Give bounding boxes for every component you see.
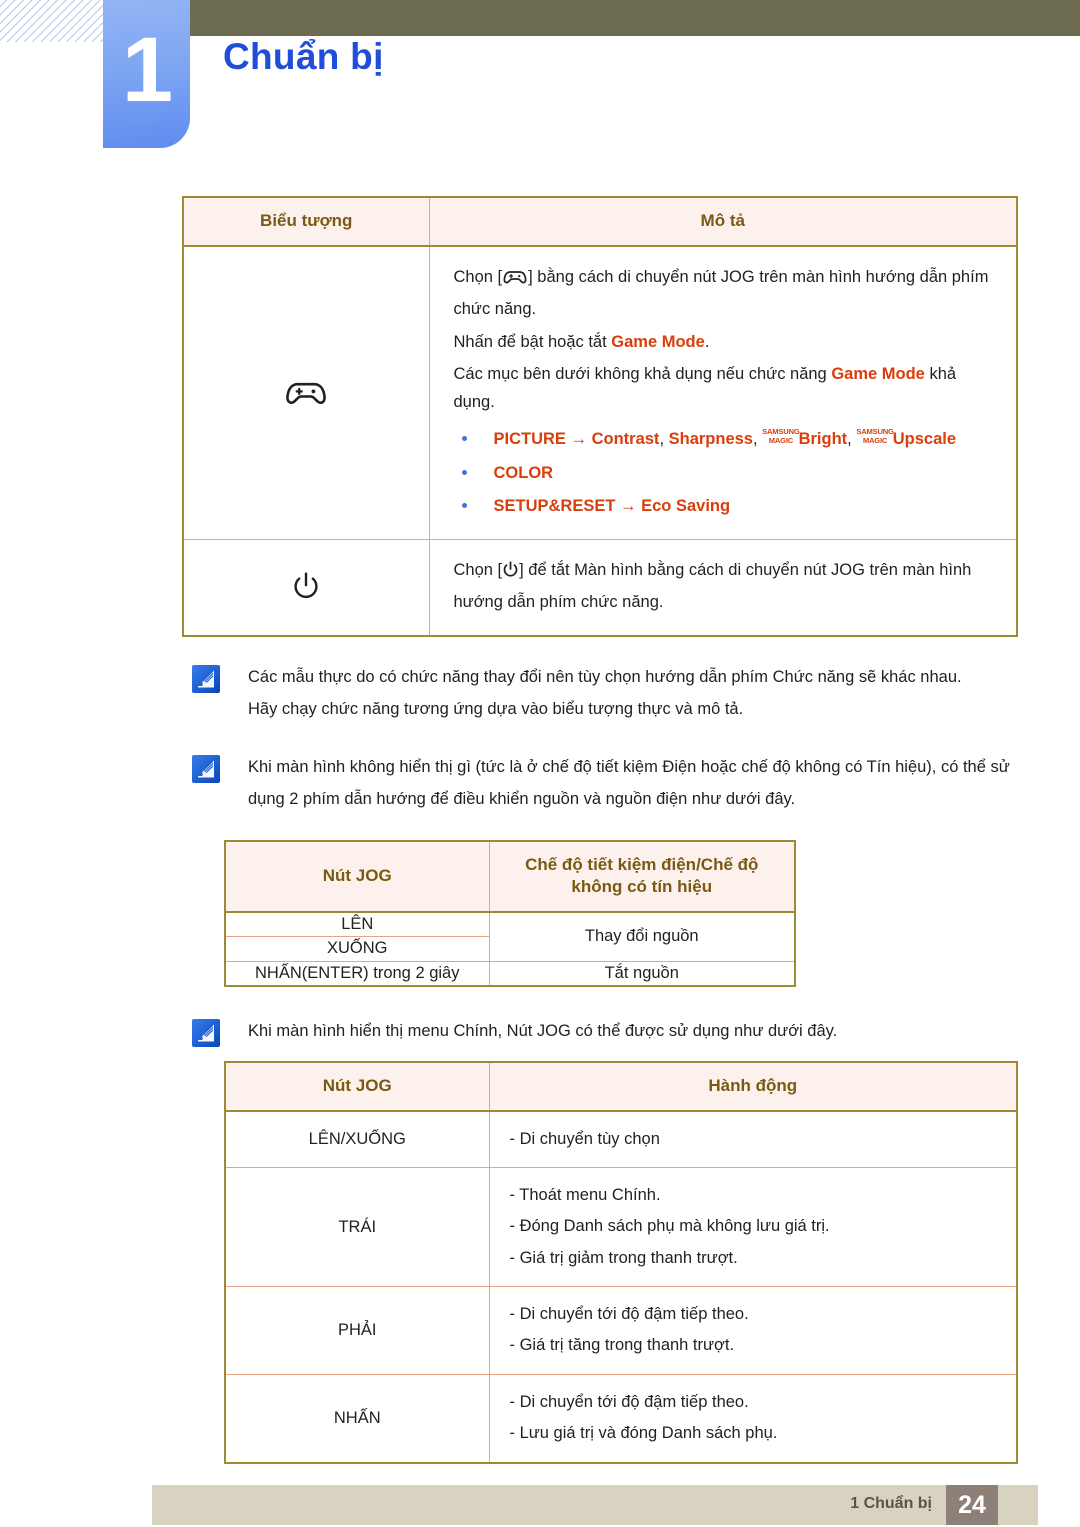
gamepad-icon xyxy=(184,378,429,408)
table-row: Chọn [] bằng cách di chuyển nút JOG trên… xyxy=(182,245,1018,541)
footer-page-number: 24 xyxy=(946,1485,998,1525)
table-row: LÊN/XUỐNG - Di chuyển tùy chọn xyxy=(224,1110,1018,1169)
jog-key-left: TRÁI xyxy=(224,1167,490,1288)
bullet-dot-icon xyxy=(461,435,467,441)
table-row: Chọn [] để tắt Màn hình bằng cách di chu… xyxy=(182,539,1018,637)
note-line: Khi màn hình hiển thị menu Chính, Nút JO… xyxy=(248,1021,838,1040)
action-line: - Đóng Danh sách phụ mà không lưu giá tr… xyxy=(509,1217,830,1236)
feature-color: COLOR xyxy=(493,463,554,482)
table-row: LÊN Thay đổi nguồn xyxy=(224,911,796,962)
jog-key-right: PHẢI xyxy=(224,1286,490,1375)
feature-sharpness: Sharpness xyxy=(668,429,753,448)
note-block-1: Các mẫu thực do có chức năng thay đổi nê… xyxy=(190,661,1020,725)
note-icon xyxy=(192,1018,220,1047)
jog-action-cell-1: - Di chuyển tùy chọn xyxy=(488,1110,1018,1169)
table-row: NHẤN - Di chuyển tới độ đậm tiếp theo. -… xyxy=(224,1373,1018,1464)
jog-action-power-off: Tắt nguồn xyxy=(488,960,796,987)
column-header-action: Hành động xyxy=(488,1061,1018,1112)
column-header-power-mode-line2: không có tín hiệu xyxy=(571,877,713,897)
column-header-power-mode-line1: Chế độ tiết kiệm điện/Chế độ xyxy=(525,854,759,874)
action-line: - Di chuyển tới độ đậm tiếp theo. xyxy=(509,1305,749,1324)
action-line: - Di chuyển tùy chọn xyxy=(509,1129,660,1148)
power-description-cell: Chọn [] để tắt Màn hình bằng cách di chu… xyxy=(428,539,1018,637)
gamepad-icon-inline xyxy=(503,271,527,290)
description-line-power: Chọn [] để tắt Màn hình bằng cách di chu… xyxy=(453,561,972,612)
jog-key-up-down: LÊN/XUỐNG xyxy=(224,1110,490,1169)
list-item: PICTURE → Contrast, Sharpness, SAMSUNG MA… xyxy=(454,427,997,452)
action-line: - Giá trị giảm trong thanh trượt. xyxy=(509,1248,738,1267)
list-item: SETUP&RESET → Eco Saving xyxy=(454,494,997,519)
feature-upscale: Upscale xyxy=(892,429,957,448)
jog-power-table: Nút JOG Chế độ tiết kiệm điện/Chế độ khô… xyxy=(224,839,796,987)
jog-key-down: XUỐNG xyxy=(224,936,490,962)
arrow-glyph-2: → xyxy=(615,497,642,516)
jog-key-press: NHẤN xyxy=(224,1373,490,1464)
keyword-game-mode-2: Game Mode xyxy=(831,365,925,384)
feature-setup-reset: SETUP&RESET xyxy=(493,497,616,516)
power-icon xyxy=(184,572,429,602)
note-icon xyxy=(192,755,220,784)
icon-description-table: Biểu tượng Mô tả Chọn [] bằng cách di ch… xyxy=(182,196,1018,637)
jog-action-cell-2: - Thoát menu Chính. - Đóng Danh sách phụ… xyxy=(488,1167,1018,1288)
unavailable-feature-list: PICTURE → Contrast, Sharpness, SAMSUNG MA… xyxy=(454,427,997,519)
action-line: - Giá trị tăng trong thanh trượt. xyxy=(509,1336,735,1355)
separator-1: , xyxy=(659,429,669,448)
description-line-select: Chọn [] bằng cách di chuyển nút JOG trên… xyxy=(453,267,989,319)
power-icon-inline xyxy=(503,561,518,583)
table-row: NHẤN(ENTER) trong 2 giây Tắt nguồn xyxy=(224,960,796,987)
footer-chapter-label: 1 Chuẩn bị xyxy=(850,1495,932,1512)
table-header-row: Biểu tượng Mô tả xyxy=(182,196,1018,247)
table-header-row: Nút JOG Hành động xyxy=(224,1061,1018,1112)
samsung-magic-bottom-2: MAGIC xyxy=(862,435,888,445)
page-content: Biểu tượng Mô tả Chọn [] bằng cách di ch… xyxy=(0,196,1080,1464)
table-header-row: Nút JOG Chế độ tiết kiệm điện/Chế độ khô… xyxy=(224,840,796,914)
separator-3: , xyxy=(847,429,857,448)
action-line: - Lưu giá trị và đóng Danh sách phụ. xyxy=(509,1424,778,1443)
note-icon xyxy=(192,664,220,693)
header-olive-bar xyxy=(190,0,1080,36)
feature-eco-saving: Eco Saving xyxy=(641,497,731,516)
jog-key-up: LÊN xyxy=(224,911,490,938)
samsung-magic-logo-1: SAMSUNG MAGIC xyxy=(762,427,800,445)
action-line: - Di chuyển tới độ đậm tiếp theo. xyxy=(509,1392,749,1411)
column-header-jog-button-2: Nút JOG xyxy=(224,1061,490,1112)
note-line: Khi màn hình không hiển thị gì (tức là ở… xyxy=(248,758,1010,809)
description-line-unavailable: Các mục bên dưới không khả dụng nếu chức… xyxy=(453,365,957,412)
page-header: 1 Chuẩn bị xyxy=(0,0,1080,160)
list-item: COLOR xyxy=(454,461,997,486)
jog-key-press-enter: NHẤN(ENTER) trong 2 giây xyxy=(224,960,490,987)
gamepad-description-cell: Chọn [] bằng cách di chuyển nút JOG trên… xyxy=(428,245,1018,541)
feature-picture: PICTURE xyxy=(493,429,566,448)
feature-contrast: Contrast xyxy=(591,429,660,448)
table-row: TRÁI - Thoát menu Chính. - Đóng Danh sác… xyxy=(224,1167,1018,1288)
keyword-game-mode: Game Mode xyxy=(611,332,705,351)
jog-action-change-power: Thay đổi nguồn xyxy=(488,911,796,962)
column-header-power-mode: Chế độ tiết kiệm điện/Chế độ không có tí… xyxy=(488,840,796,914)
note-line: Hãy chạy chức năng tương ứng dựa vào biể… xyxy=(248,699,744,718)
separator-2: , xyxy=(752,429,763,448)
chapter-number-tab: 1 xyxy=(103,0,190,148)
feature-bright: Bright xyxy=(798,429,848,448)
page-title: Chuẩn bị xyxy=(223,36,384,77)
column-header-jog-button: Nút JOG xyxy=(224,840,490,914)
column-header-icon: Biểu tượng xyxy=(182,196,430,247)
bullet-dot-icon xyxy=(461,469,467,475)
page-footer: 1 Chuẩn bị 24 xyxy=(152,1485,1038,1525)
bullet-dot-icon xyxy=(461,503,467,509)
samsung-magic-bottom-1: MAGIC xyxy=(768,435,794,445)
table-row: PHẢI - Di chuyển tới độ đậm tiếp theo. -… xyxy=(224,1286,1018,1375)
jog-action-table: Nút JOG Hành động LÊN/XUỐNG - Di chuyển … xyxy=(224,1060,1018,1464)
note-line: Các mẫu thực do có chức năng thay đổi nê… xyxy=(248,667,962,686)
jog-action-cell-4: - Di chuyển tới độ đậm tiếp theo. - Lưu … xyxy=(488,1373,1018,1464)
note-block-2: Khi màn hình không hiển thị gì (tức là ở… xyxy=(190,751,1020,815)
note-block-3: Khi màn hình hiển thị menu Chính, Nút JO… xyxy=(190,1015,1020,1047)
power-icon-cell xyxy=(182,539,430,637)
arrow-glyph-1: → xyxy=(565,429,592,448)
description-line-toggle: Nhấn để bật hoặc tắt Game Mode. xyxy=(453,332,710,351)
jog-action-cell-3: - Di chuyển tới độ đậm tiếp theo. - Giá … xyxy=(488,1286,1018,1375)
gamepad-icon-cell xyxy=(182,245,430,541)
column-header-description: Mô tả xyxy=(428,196,1018,247)
action-line: - Thoát menu Chính. xyxy=(509,1186,661,1205)
samsung-magic-logo-2: SAMSUNG MAGIC xyxy=(856,427,894,445)
